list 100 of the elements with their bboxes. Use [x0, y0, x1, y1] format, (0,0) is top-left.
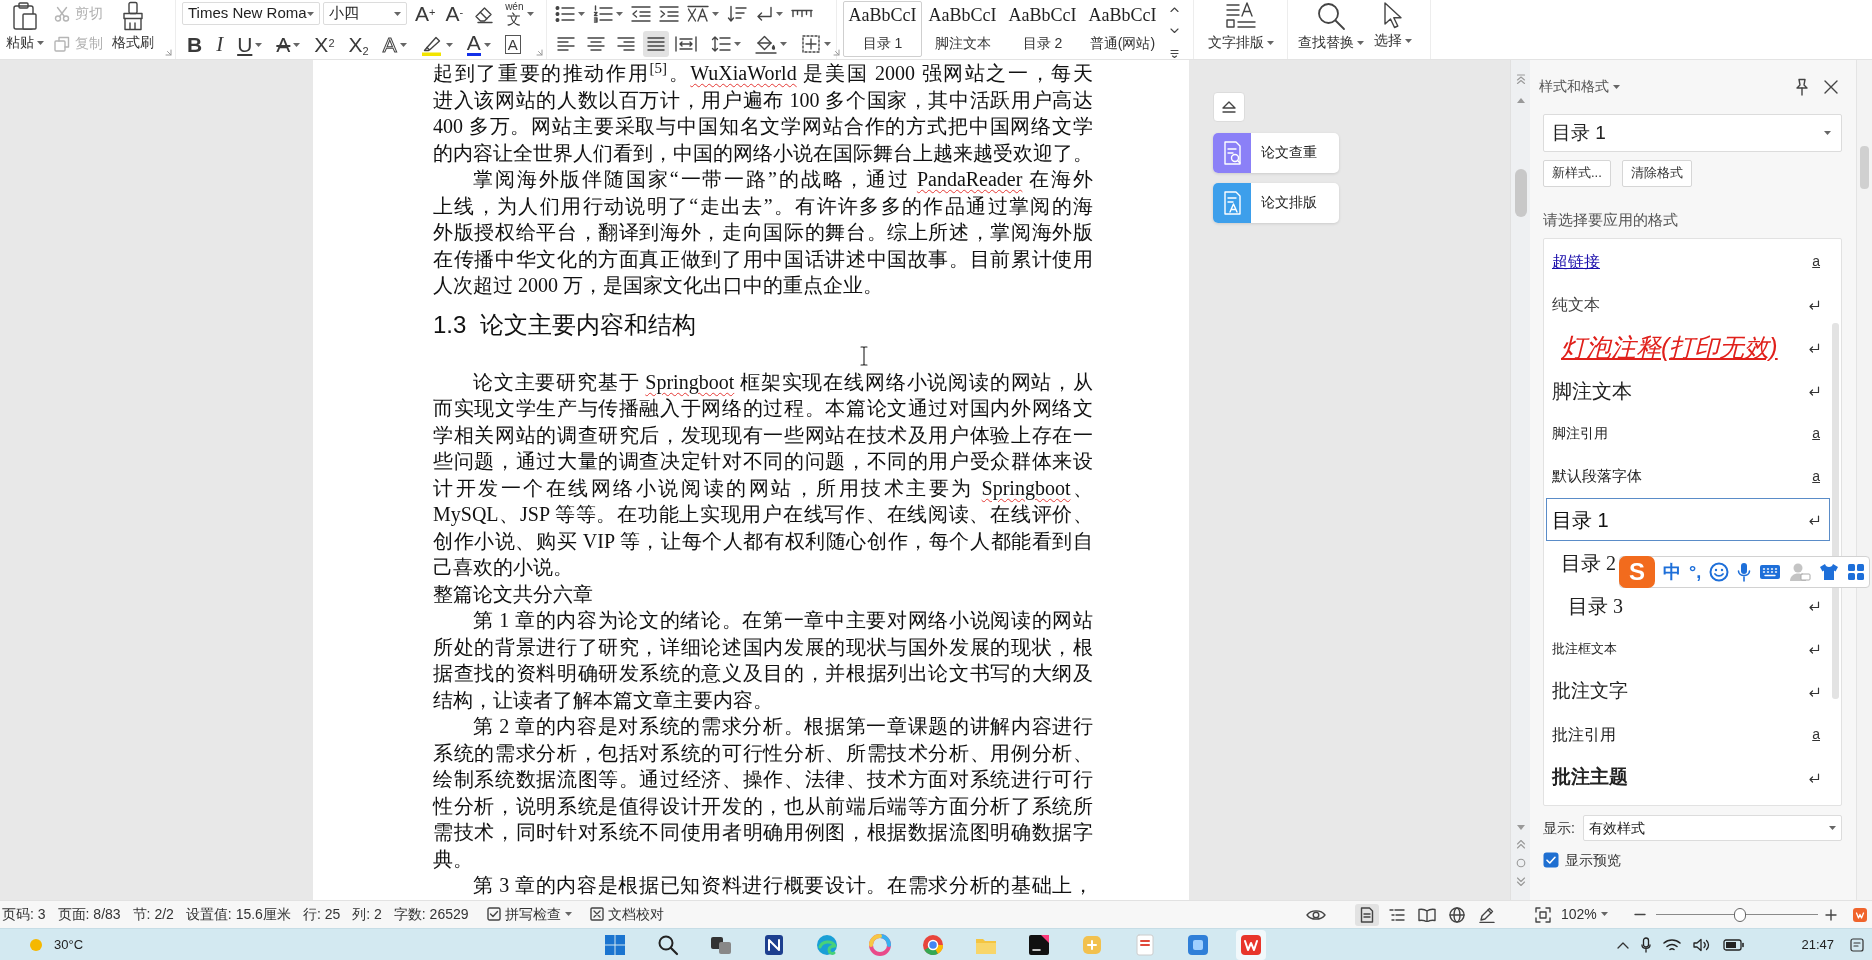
style-gallery-item[interactable]: AaBbCcI 目录 1	[843, 1, 922, 57]
grow-font-button[interactable]: A$^{+}$	[413, 1, 438, 26]
increase-indent-icon	[659, 4, 679, 23]
style-list-item[interactable]: 默认段落字体 a	[1546, 455, 1830, 498]
input-mode-toggle[interactable]: 中	[1663, 558, 1681, 586]
style-list-item[interactable]: 脚注文本	[1546, 369, 1830, 412]
pinyin-guide-button[interactable]: wén 文	[503, 1, 536, 26]
triangle-up-icon	[1516, 98, 1525, 103]
battery-icon[interactable]	[1723, 938, 1746, 951]
paste-button[interactable]: 粘贴	[2, 0, 48, 59]
caret-icon	[399, 42, 407, 47]
subscript-button[interactable]: X$_{2}$	[346, 32, 371, 57]
speaker-icon[interactable]	[1693, 937, 1712, 952]
strikethrough-button[interactable]: A	[274, 32, 303, 57]
spell-check-button[interactable]: 拼写检查	[486, 906, 572, 923]
weather-sun-icon	[30, 938, 42, 951]
style-list-item[interactable]: 超链接 a	[1546, 240, 1830, 283]
paper-check-button[interactable]: 论文查重	[1213, 133, 1339, 173]
eye-icon	[1306, 907, 1326, 922]
gallery-down-button[interactable]	[1170, 28, 1179, 33]
caret-icon	[616, 11, 623, 16]
scrollbar-thumb[interactable]	[1514, 169, 1527, 217]
style-list-item[interactable]: 批注主题	[1546, 756, 1830, 799]
zoom-out-button[interactable]	[1633, 913, 1646, 916]
zoom-level-button[interactable]: 102%	[1561, 906, 1608, 923]
bold-button[interactable]: B	[185, 32, 205, 57]
font-size-field[interactable]: 小四	[323, 2, 407, 25]
justify-button[interactable]	[643, 30, 669, 57]
outline-view-icon	[1389, 907, 1405, 922]
zoom-out-icon	[1633, 913, 1646, 916]
select-button[interactable]: 选择	[1374, 0, 1412, 59]
eye-protection-button[interactable]	[1306, 907, 1326, 922]
find-replace-button[interactable]: 查找替换	[1298, 0, 1364, 59]
style-list-item[interactable]: 批注引用 a	[1546, 713, 1830, 756]
style-list-item[interactable]: 脚注引用 a	[1546, 412, 1830, 455]
clear-formatting-button[interactable]: 清除格式	[1621, 160, 1692, 187]
caret-icon	[1357, 40, 1364, 45]
style-gallery-item[interactable]: AaBbCcI 目录 2	[1003, 1, 1082, 57]
style-list-item[interactable]: 批注框文本	[1546, 627, 1830, 670]
style-list-item[interactable]: 灯泡注释(打印无效)	[1546, 326, 1830, 369]
app-icon[interactable]	[763, 933, 786, 956]
return-icon	[1808, 514, 1820, 525]
microphone-icon[interactable]	[1641, 936, 1652, 953]
line-spacing-icon	[711, 34, 731, 53]
double-chevron-up-icon	[1515, 74, 1526, 84]
scrollbar-thumb[interactable]	[1832, 323, 1839, 699]
fit-page-button[interactable]	[1535, 906, 1551, 923]
style-gallery-item[interactable]: AaBbCcI 脚注文本	[923, 1, 1002, 57]
style-list-item[interactable]: 目录 1	[1546, 498, 1830, 541]
font-color-button[interactable]: A	[464, 32, 493, 57]
app-icon[interactable]	[1028, 933, 1051, 956]
globe-icon	[1449, 906, 1465, 923]
panel-title-menu[interactable]: 样式和格式	[1539, 79, 1620, 95]
smiley-icon[interactable]	[1709, 562, 1730, 582]
browser-icon[interactable]	[922, 933, 945, 956]
caret-icon	[780, 41, 787, 46]
paper-format-button[interactable]: 论文排版	[1213, 183, 1339, 223]
format-painter-button[interactable]: 格式刷	[106, 0, 160, 59]
new-style-button[interactable]: 新样式...	[1543, 160, 1611, 187]
notification-icon[interactable]	[1850, 937, 1864, 952]
keyboard-icon[interactable]	[1759, 564, 1782, 580]
zoom-in-button[interactable]	[1824, 908, 1837, 921]
current-style-dropdown[interactable]: 目录 1	[1543, 114, 1842, 152]
chevron-up-icon[interactable]	[1617, 940, 1630, 949]
character-border-button[interactable]: A	[502, 32, 523, 57]
wifi-icon[interactable]	[1663, 937, 1682, 952]
preview-checkbox[interactable]	[1543, 852, 1559, 868]
start-icon[interactable]	[604, 933, 627, 956]
style-list-item[interactable]: 纯文本	[1546, 283, 1830, 326]
gallery-more-button[interactable]	[1170, 49, 1179, 58]
punctuation-toggle[interactable]: °,	[1689, 558, 1702, 586]
return-icon	[1808, 772, 1820, 783]
scroll-down-button[interactable]	[1516, 825, 1525, 830]
pin-button[interactable]	[1794, 78, 1810, 96]
italic-button[interactable]: I	[214, 32, 226, 57]
style-gallery-item[interactable]: AaBbCcI 普通(网站)	[1083, 1, 1162, 57]
close-button[interactable]	[1824, 80, 1838, 94]
scrollbar-thumb[interactable]	[1860, 146, 1869, 189]
underline-button[interactable]: U	[235, 32, 265, 57]
gallery-up-button[interactable]	[1170, 7, 1179, 12]
font-name-field[interactable]: Times New Roma	[182, 2, 320, 25]
clock-text[interactable]: 21:47	[1801, 934, 1834, 955]
shirt-icon[interactable]	[1819, 563, 1840, 581]
grid-icon[interactable]	[1847, 563, 1866, 581]
text-layout-button[interactable]: 文字排版	[1207, 0, 1274, 59]
proofread-button[interactable]: 文档校对	[589, 906, 664, 923]
caret-icon	[712, 11, 719, 16]
style-filter-dropdown[interactable]: 有效样式	[1583, 815, 1842, 841]
zoom-slider-thumb[interactable]	[1734, 907, 1747, 922]
search-icon[interactable]	[657, 933, 680, 956]
status-text: 页面: 8/83	[57, 905, 121, 924]
caret-icon	[824, 41, 831, 46]
shrink-font-button[interactable]: A$^{-}$	[443, 1, 466, 26]
page-view-button[interactable]	[1355, 903, 1379, 926]
paragraph: 起到了重要的推动作用$^{[5]}$。WuXiaWorld 是美国 2000 强网站之一，每天 进入该网站的人数以百万计，用户遍布 100 多个国家，其中活跃用户高达 400 多万。网站主要采取与中国知名文学网站合作的方式把中国网络文学 的内容让全世界人们看到，中国的网络小说在国际舞台上越来越受欢迎了。	[433, 60, 1093, 166]
superscript-button[interactable]: X$^{2}$	[312, 32, 337, 57]
collapse-button[interactable]	[1213, 92, 1245, 122]
decrease-indent-icon	[631, 4, 651, 23]
scroll-up-button[interactable]	[1516, 98, 1525, 103]
style-list-item[interactable]: 批注文字	[1546, 670, 1830, 713]
